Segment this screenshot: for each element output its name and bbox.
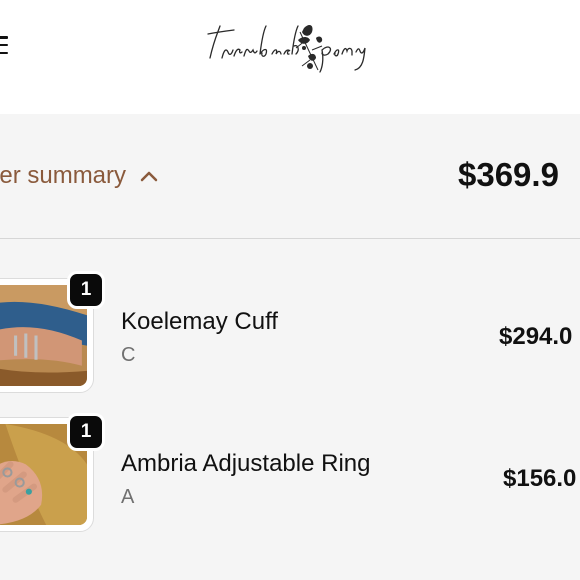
- order-summary-label: rder summary: [0, 162, 127, 189]
- quantity-badge: 1: [67, 413, 105, 451]
- item-price: $294.0: [499, 323, 573, 350]
- hamburger-menu-icon[interactable]: [0, 34, 8, 56]
- item-variant: C: [121, 344, 136, 366]
- order-total: $369.9: [458, 156, 559, 193]
- chevron-up-icon: [140, 171, 158, 182]
- item-price: $156.0: [503, 465, 577, 492]
- brand-logo[interactable]: [200, 10, 380, 80]
- item-variant: A: [121, 486, 135, 508]
- item-name: Ambria Adjustable Ring: [121, 450, 371, 477]
- site-header: [0, 0, 580, 114]
- line-item: 1 Ambria Adjustable Ring A $156.0: [0, 410, 580, 535]
- item-name: Koelemay Cuff: [121, 308, 278, 335]
- line-item: 1 Koelemay Cuff C $294.0: [0, 268, 580, 393]
- order-summary-toggle[interactable]: rder summary: [0, 162, 158, 190]
- quantity-badge: 1: [67, 271, 105, 309]
